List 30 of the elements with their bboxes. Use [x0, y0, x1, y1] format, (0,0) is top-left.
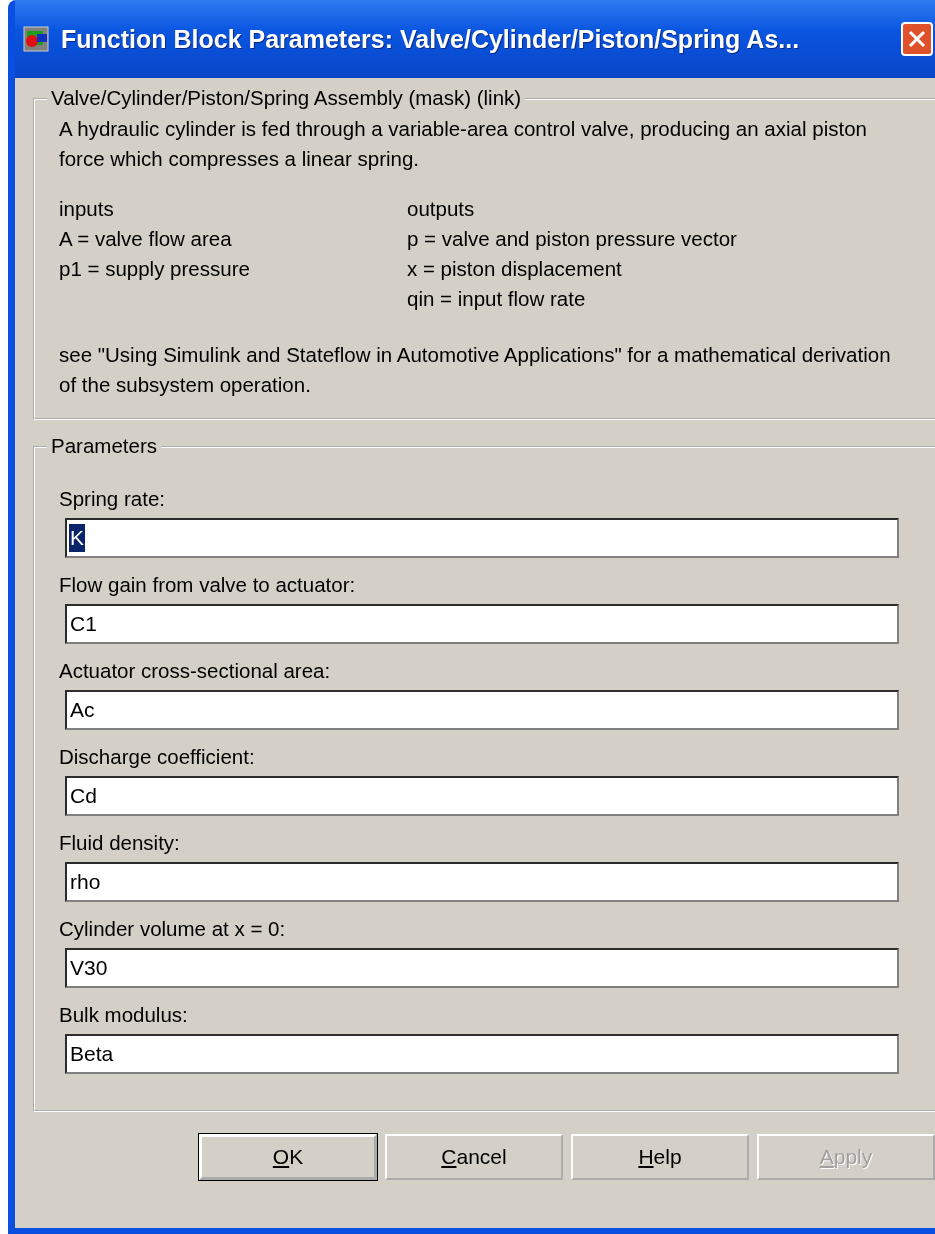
- field-label: Spring rate:: [59, 486, 166, 512]
- window-title: Function Block Parameters: Valve/Cylinder/Piston/Spring As...: [61, 24, 801, 54]
- output-text: qin = input flow rate: [407, 286, 587, 312]
- input-field[interactable]: Beta: [65, 1034, 899, 1074]
- field-label: Cylinder volume at x = 0:: [59, 916, 287, 942]
- input-field[interactable]: Ac: [65, 690, 899, 730]
- input-text: inputs: [59, 196, 115, 222]
- field-label: Discharge coefficient:: [59, 744, 256, 770]
- close-button[interactable]: [901, 22, 933, 56]
- input-field[interactable]: K: [65, 518, 899, 558]
- close-icon: [907, 29, 927, 49]
- input-field[interactable]: Cd: [65, 776, 899, 816]
- dialog-button[interactable]: Cancel: [385, 1134, 563, 1180]
- description-text: A hydraulic cylinder is fed through a variable-area control valve, producing an axial piston force which compresses a linear spring.: [59, 116, 868, 172]
- output-text: p = valve and piston pressure vector: [407, 226, 738, 252]
- output-text: outputs: [407, 196, 476, 222]
- dialog-button[interactable]: Help: [571, 1134, 749, 1180]
- field-label: Actuator cross-sectional area:: [59, 658, 332, 684]
- note-text: see "Using Simulink and Stateflow in Automotive Applications" for a mathematical derivation of the subsystem operation.: [59, 342, 892, 398]
- input-text: p1 = supply pressure: [59, 256, 251, 282]
- input-field[interactable]: V30: [65, 948, 899, 988]
- input-field[interactable]: rho: [65, 862, 899, 902]
- field-label: Bulk modulus:: [59, 1002, 189, 1028]
- block-diagram-icon: [23, 26, 49, 52]
- input-field[interactable]: C1: [65, 604, 899, 644]
- field-label: Fluid density:: [59, 830, 181, 856]
- input-text: A = valve flow area: [59, 226, 233, 252]
- field-label: Flow gain from valve to actuator:: [59, 572, 357, 598]
- output-text: x = piston displacement: [407, 256, 623, 282]
- dialog-button[interactable]: OK: [199, 1134, 377, 1180]
